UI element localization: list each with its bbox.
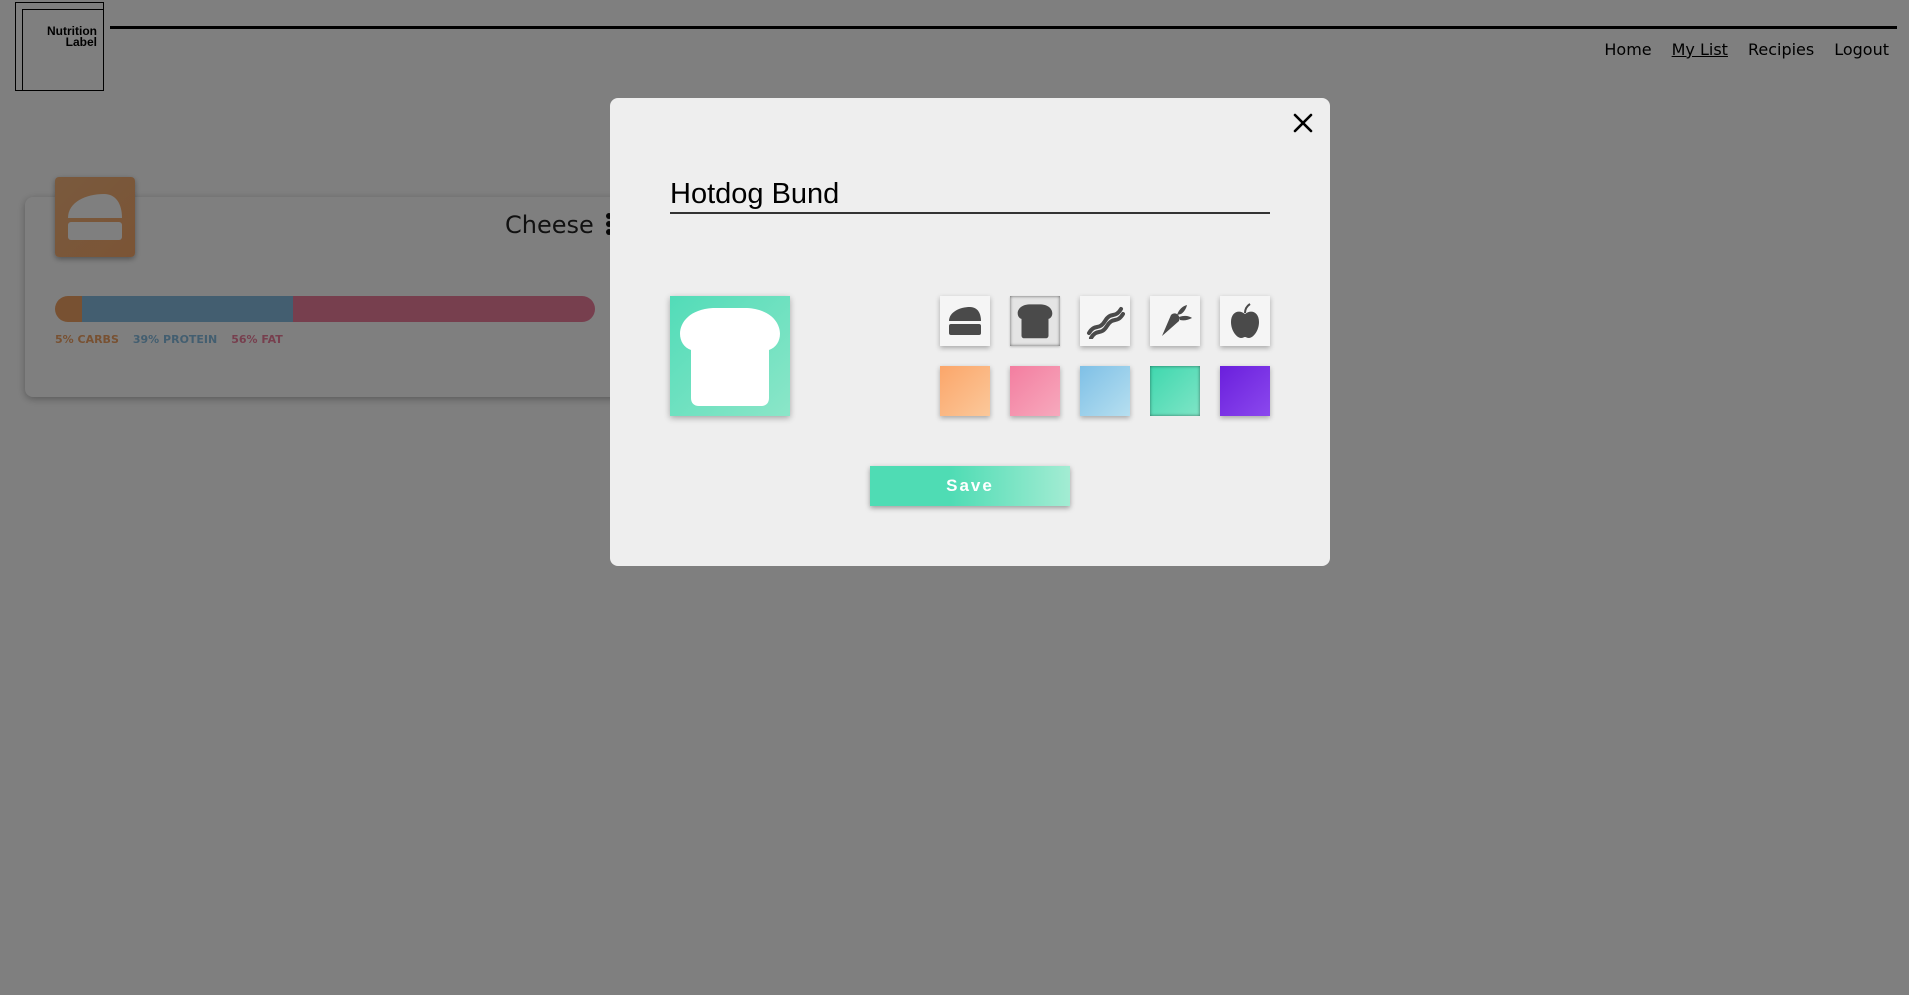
color-option-purple[interactable] — [1220, 366, 1270, 416]
bacon-icon — [1087, 307, 1125, 339]
save-button[interactable]: Save — [870, 466, 1070, 506]
edit-food-modal: Save — [610, 98, 1330, 566]
icon-option-bacon[interactable] — [1080, 296, 1130, 346]
icon-picker — [940, 296, 1270, 346]
icon-option-apple[interactable] — [1220, 296, 1270, 346]
color-option-teal[interactable] — [1150, 366, 1200, 416]
icon-option-carrot[interactable] — [1150, 296, 1200, 346]
bread-icon — [1017, 304, 1053, 339]
close-icon[interactable] — [1290, 110, 1316, 136]
icon-option-cheese[interactable] — [940, 296, 990, 346]
icon-option-bread[interactable] — [1010, 296, 1060, 346]
carrot-icon — [1162, 305, 1192, 336]
color-option-blue[interactable] — [1080, 366, 1130, 416]
color-picker — [940, 366, 1270, 416]
color-option-pink[interactable] — [1010, 366, 1060, 416]
color-option-orange[interactable] — [940, 366, 990, 416]
apple-icon — [1231, 303, 1259, 338]
food-name-input[interactable] — [670, 176, 1270, 214]
icon-preview — [670, 296, 790, 416]
cheese-icon — [949, 307, 981, 335]
bread-icon — [680, 308, 780, 406]
